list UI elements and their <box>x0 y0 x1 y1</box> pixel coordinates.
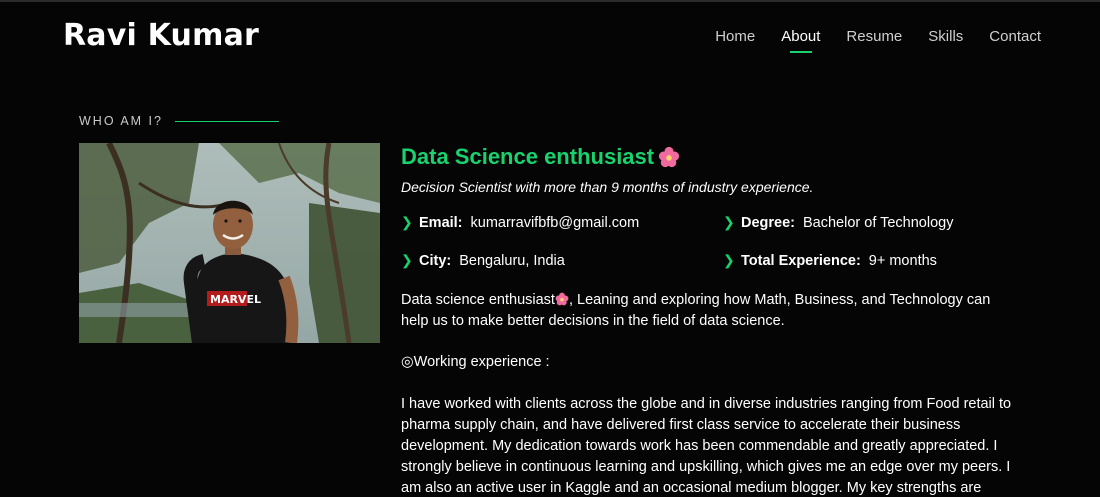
about-content: Data Science enthusiast Decision Scienti… <box>401 144 1041 496</box>
about-paragraph-1-start: Data science enthusiast <box>401 292 555 308</box>
info-degree-label: Degree: <box>741 214 795 231</box>
profile-photo-image: MARVEL <box>79 143 380 343</box>
about-paragraph-1: Data science enthusiast , Leaning and ex… <box>401 290 1021 332</box>
svg-text:MARVEL: MARVEL <box>210 293 261 306</box>
brand-logo[interactable]: Ravi Kumar <box>63 18 259 53</box>
about-paragraph-2: ◎Working experience : <box>401 354 550 370</box>
about-paragraph-3: I have worked with clients across the gl… <box>401 396 1012 496</box>
profile-photo: MARVEL <box>79 143 380 343</box>
nav-home[interactable]: Home <box>715 28 755 53</box>
info-city: ❯ City: Bengaluru, India <box>401 252 565 269</box>
about-title: Data Science enthusiast <box>401 144 1041 170</box>
info-experience-value: 9+ months <box>868 252 937 269</box>
nav-about[interactable]: About <box>781 28 820 53</box>
info-city-value: Bengaluru, India <box>459 252 565 269</box>
about-title-text: Data Science enthusiast <box>401 144 655 169</box>
info-experience: ❯ Total Experience: 9+ months <box>723 252 937 269</box>
section-label-text: WHO AM I? <box>79 114 163 128</box>
nav-resume[interactable]: Resume <box>846 28 902 53</box>
info-experience-label: Total Experience: <box>741 252 861 269</box>
nav-skills[interactable]: Skills <box>928 28 963 53</box>
info-degree-value: Bachelor of Technology <box>803 214 954 231</box>
info-city-label: City: <box>419 252 452 269</box>
site-header: Ravi Kumar Home About Resume Skills Cont… <box>0 2 1100 74</box>
nav-contact[interactable]: Contact <box>989 28 1041 53</box>
chevron-right-icon: ❯ <box>401 252 413 268</box>
info-email-value: kumarravifbfb@gmail.com <box>470 214 640 231</box>
chevron-right-icon: ❯ <box>723 214 735 230</box>
info-degree: ❯ Degree: Bachelor of Technology <box>723 214 953 231</box>
info-grid: ❯ Email: kumarravifbfb@gmail.com ❯ Degre… <box>401 214 1041 274</box>
main-nav: Home About Resume Skills Contact <box>715 28 1041 53</box>
flower-icon <box>659 146 680 168</box>
flower-icon <box>555 292 569 306</box>
info-email: ❯ Email: kumarravifbfb@gmail.com <box>401 214 639 231</box>
section-heading: WHO AM I? <box>79 114 279 128</box>
section-divider-line <box>174 120 279 122</box>
about-subtitle: Decision Scientist with more than 9 mont… <box>401 179 814 195</box>
chevron-right-icon: ❯ <box>723 252 735 268</box>
chevron-right-icon: ❯ <box>401 214 413 230</box>
info-email-label: Email: <box>419 214 463 231</box>
